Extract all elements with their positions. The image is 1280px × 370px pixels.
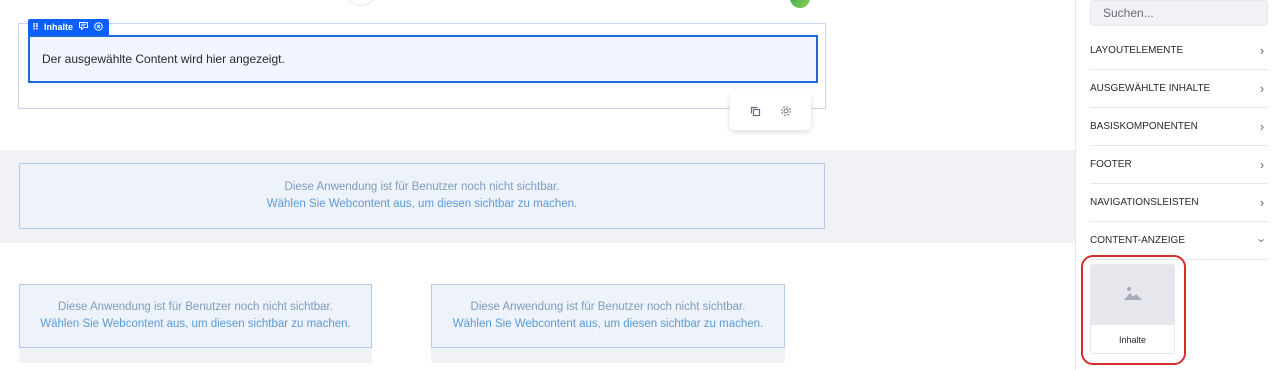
page-editor: ⠿ Inhalte Der ausgewählte Content wird h…: [0, 0, 1280, 370]
visibility-notice-left[interactable]: Diese Anwendung ist für Benutzer noch ni…: [19, 284, 372, 348]
category-navigationsleisten[interactable]: NAVIGATIONSLEISTEN ›: [1090, 184, 1268, 222]
chevron-down-icon: ›: [1254, 238, 1270, 243]
category-label: NAVIGATIONSLEISTEN: [1090, 197, 1199, 208]
fragment-card-inhalte[interactable]: Inhalte: [1090, 264, 1175, 354]
content-placeholder-text: Der ausgewählte Content wird hier angeze…: [42, 52, 285, 66]
selected-content-area[interactable]: Der ausgewählte Content wird hier angeze…: [28, 35, 818, 83]
notice-line-2: Wählen Sie Webcontent aus, um diesen sic…: [452, 318, 764, 330]
visibility-notice-right[interactable]: Diese Anwendung ist für Benutzer noch ni…: [431, 284, 785, 348]
category-footer[interactable]: FOOTER ›: [1090, 146, 1268, 184]
card-label: Inhalte: [1118, 334, 1147, 345]
gear-icon[interactable]: [776, 101, 796, 121]
image-icon: [1123, 286, 1142, 305]
notice-line-1: Diese Anwendung ist für Benutzer noch ni…: [470, 301, 746, 313]
page-canvas: ⠿ Inhalte Der ausgewählte Content wird h…: [0, 0, 1075, 370]
search-input[interactable]: [1090, 0, 1268, 26]
category-label: LAYOUTELEMENTE: [1090, 45, 1184, 56]
category-label: CONTENT-ANZEIGE: [1090, 235, 1186, 246]
card-thumbnail: [1091, 265, 1174, 325]
chevron-right-icon: ›: [1259, 81, 1265, 96]
notice-line-2: Wählen Sie Webcontent aus, um diesen sic…: [40, 318, 351, 330]
fragment-label-bar[interactable]: ⠿ Inhalte: [28, 19, 110, 35]
chevron-right-icon: ›: [1259, 157, 1265, 172]
column-left-footer: [19, 348, 372, 363]
category-label: FOOTER: [1090, 159, 1132, 170]
canvas-top-logo: [790, 0, 810, 8]
drag-handle-icon[interactable]: ⠿: [32, 22, 39, 33]
canvas-top-control[interactable]: [344, 0, 378, 6]
fragment-toolbar: [730, 92, 811, 130]
close-icon[interactable]: [94, 21, 103, 33]
category-layoutelemente[interactable]: LAYOUTELEMENTE ›: [1090, 32, 1268, 70]
notice-line-1: Diese Anwendung ist für Benutzer noch ni…: [58, 301, 333, 313]
comment-icon[interactable]: [79, 22, 89, 32]
column-right-footer: [431, 348, 785, 363]
visibility-notice-wide[interactable]: Diese Anwendung ist für Benutzer noch ni…: [19, 163, 825, 229]
category-ausgewaehlte-inhalte[interactable]: AUSGEWÄHLTE INHALTE ›: [1090, 70, 1268, 108]
notice-line-2: Wählen Sie Webcontent aus, um diesen sic…: [266, 198, 578, 210]
fragment-label: Inhalte: [44, 22, 74, 32]
chevron-right-icon: ›: [1259, 43, 1265, 58]
category-label: AUSGEWÄHLTE INHALTE: [1090, 83, 1211, 94]
category-label: BASISKOMPONENTEN: [1090, 121, 1198, 132]
chevron-right-icon: ›: [1259, 195, 1265, 210]
notice-line-1: Diese Anwendung ist für Benutzer noch ni…: [284, 181, 560, 193]
copy-icon[interactable]: [745, 101, 765, 121]
chevron-right-icon: ›: [1259, 119, 1265, 134]
category-basiskomponenten[interactable]: BASISKOMPONENTEN ›: [1090, 108, 1268, 146]
fragments-sidebar: LAYOUTELEMENTE › AUSGEWÄHLTE INHALTE › B…: [1075, 0, 1280, 370]
